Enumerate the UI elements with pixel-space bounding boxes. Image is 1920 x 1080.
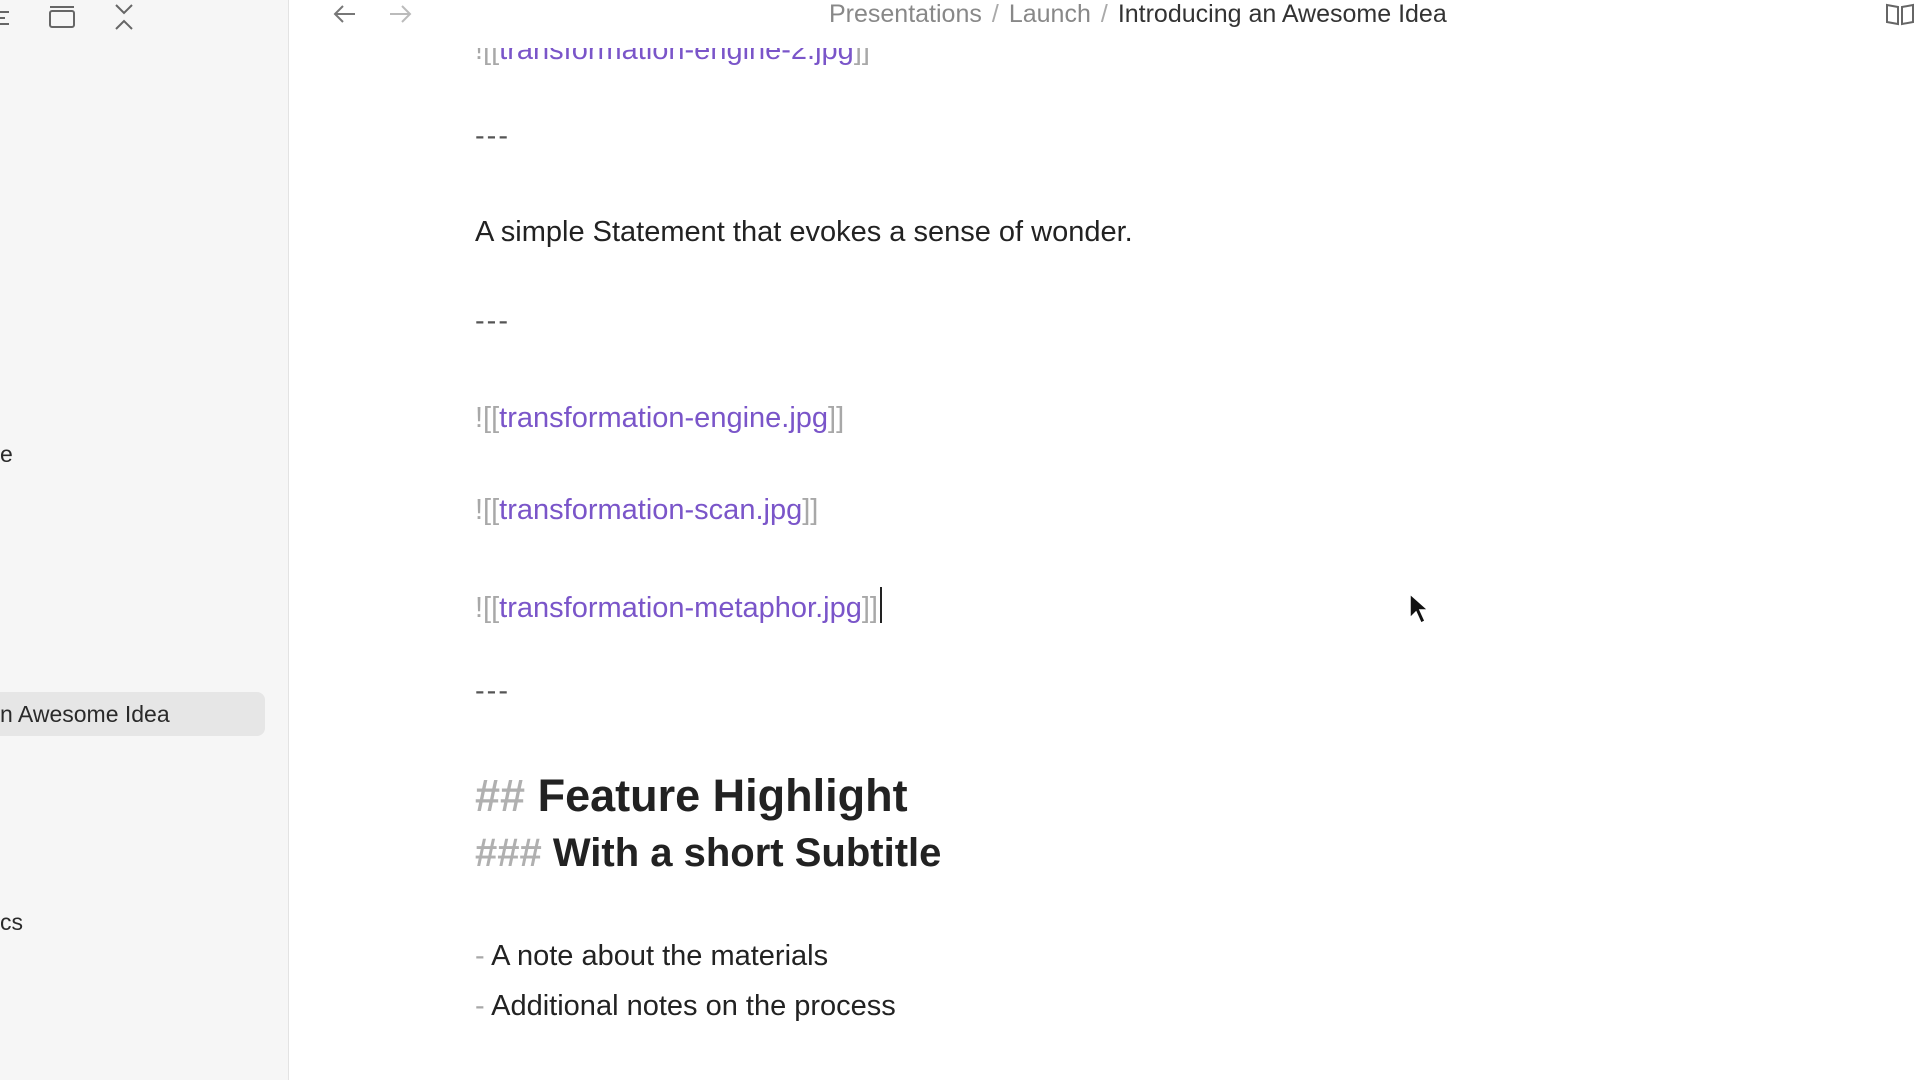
embed-link[interactable]: transformation-scan.jpg — [499, 494, 802, 526]
embed-link[interactable]: transformation-metaphor.jpg — [499, 592, 862, 624]
book-open-icon — [1886, 3, 1914, 26]
reading-view-button[interactable] — [1880, 0, 1920, 28]
forward-button[interactable] — [382, 0, 418, 28]
bullet-marker: - — [475, 990, 485, 1022]
embed-line: ![[transformation-metaphor.jpg]] — [475, 587, 882, 625]
list-item: - A note about the materials — [475, 940, 828, 973]
sidebar-item-active[interactable]: n Awesome Idea — [0, 692, 265, 736]
list-item: - Additional notes on the process — [475, 990, 896, 1023]
heading-3: ### With a short Subtitle — [475, 831, 941, 876]
heading-3-text: With a short Subtitle — [552, 831, 942, 875]
text-caret — [879, 587, 882, 623]
horizontal-rule: --- — [475, 675, 510, 707]
embed-link[interactable]: transformation-engine-2.jpg — [499, 48, 854, 66]
arrow-right-icon — [390, 5, 412, 23]
horizontal-rule: --- — [475, 120, 510, 152]
list-item-text: A note about the materials — [491, 940, 829, 972]
layout-icon[interactable] — [45, 2, 79, 32]
sidebar-toolbar — [0, 0, 288, 36]
heading-marker: ## — [475, 770, 526, 821]
heading-2: ## Feature Highlight — [475, 770, 908, 822]
sidebar-item[interactable]: e — [0, 432, 13, 476]
collapse-icon[interactable] — [107, 2, 141, 32]
embed-line: ![[transformation-engine.jpg]] — [475, 402, 845, 434]
sidebar-item[interactable]: cs — [0, 900, 23, 944]
sidebar: e n Awesome Idea cs — [0, 0, 289, 1080]
outline-icon[interactable] — [0, 2, 20, 32]
app-window: e n Awesome Idea cs Presentations / Launch… — [0, 0, 1920, 1080]
embed-line: ![[transformation-scan.jpg]] — [475, 494, 819, 526]
statement-text: A simple Statement that evokes a sense o… — [475, 216, 1133, 248]
heading-marker: ### — [475, 831, 542, 875]
back-button[interactable] — [327, 0, 363, 28]
editor[interactable]: ![[transformation-engine-2.jpg]] --- A s… — [475, 0, 1775, 1080]
embed-line-partial: ![[transformation-engine-2.jpg]] — [475, 34, 870, 66]
list-item-text: Additional notes on the process — [491, 990, 896, 1022]
bullet-marker: - — [475, 940, 485, 972]
embed-link[interactable]: transformation-engine.jpg — [499, 402, 828, 434]
arrow-left-icon — [333, 5, 355, 23]
horizontal-rule: --- — [475, 305, 510, 337]
heading-2-text: Feature Highlight — [537, 770, 908, 821]
